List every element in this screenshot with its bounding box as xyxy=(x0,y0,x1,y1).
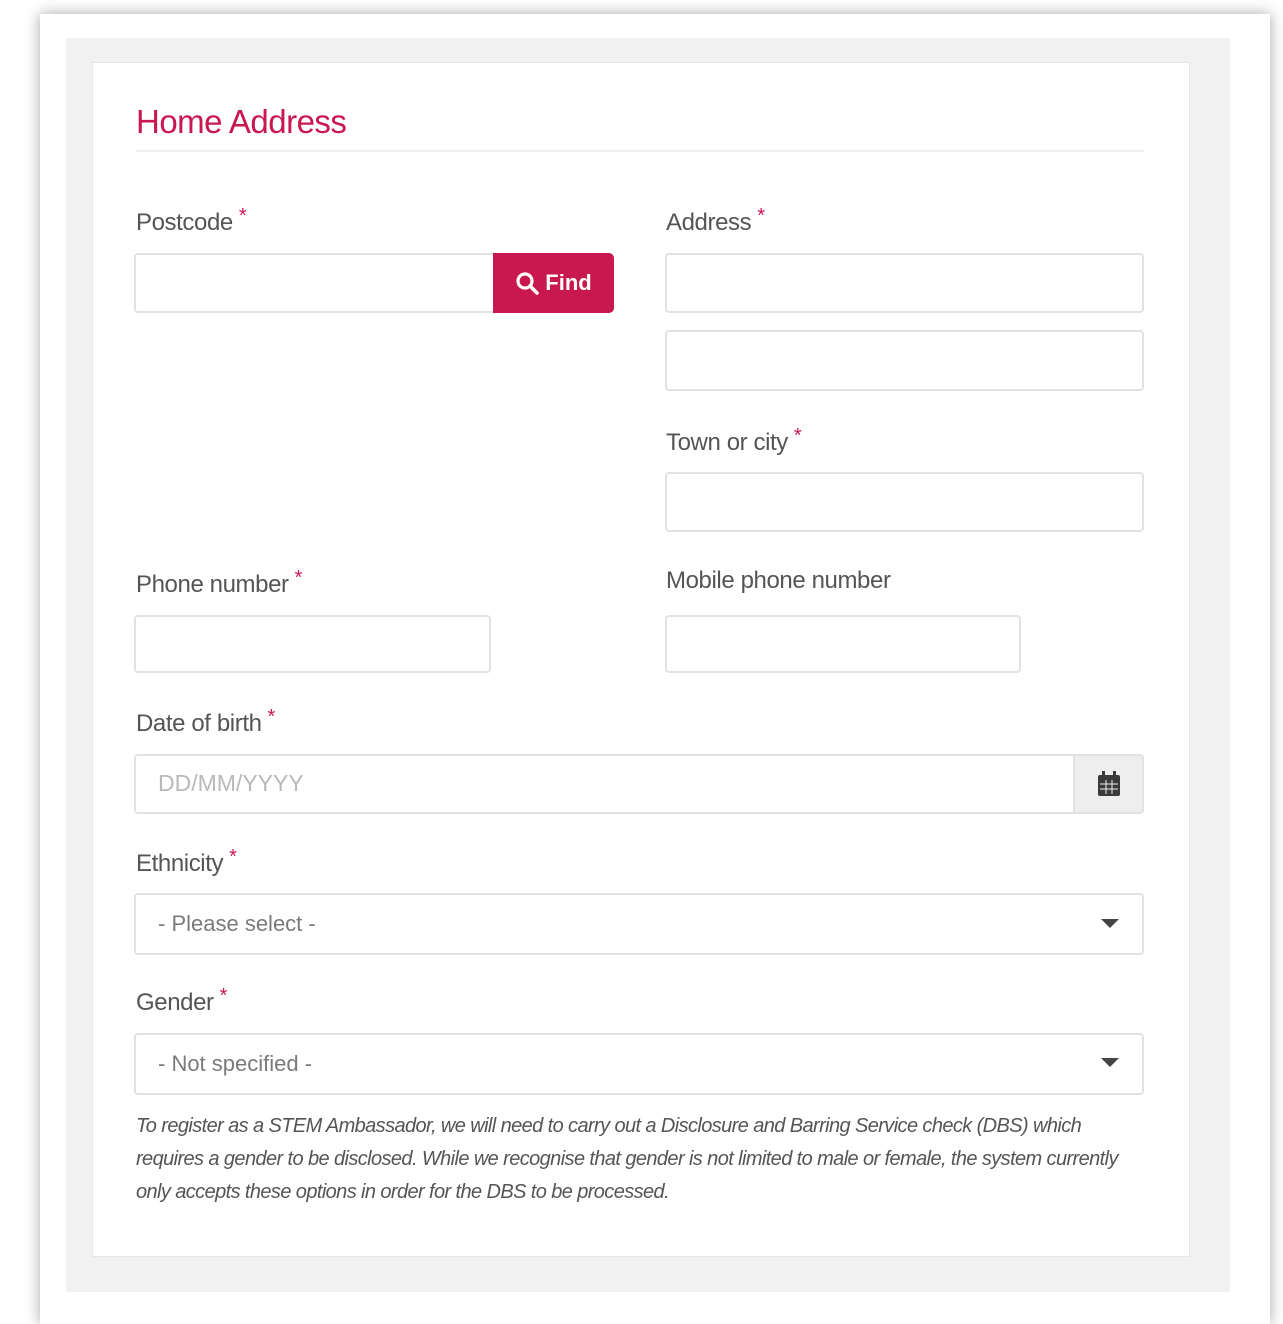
dob-placeholder: DD/MM/YYYY xyxy=(158,770,304,796)
postcode-input[interactable] xyxy=(134,253,496,313)
find-button-label: Find xyxy=(545,270,592,295)
ethnicity-selected-value: - Please select - xyxy=(158,911,316,936)
required-marker: * xyxy=(219,985,228,1007)
phone-input[interactable] xyxy=(134,615,491,673)
gender-label: Gender * xyxy=(136,985,227,1017)
dob-label: Date of birth * xyxy=(136,706,275,738)
required-marker: * xyxy=(229,846,237,868)
mobile-label-text: Mobile phone number xyxy=(666,567,891,594)
required-marker: * xyxy=(238,205,247,227)
ethnicity-label-text: Ethnicity xyxy=(136,850,224,877)
postcode-label: Postcode * xyxy=(136,205,247,237)
required-marker: * xyxy=(294,567,303,589)
gender-help-text: To register as a STEM Ambassador, we wil… xyxy=(136,1115,1118,1203)
mobile-input[interactable] xyxy=(665,615,1021,673)
gender-selected-value: - Not specified - xyxy=(158,1051,313,1076)
required-marker: * xyxy=(793,425,802,447)
town-input[interactable] xyxy=(665,472,1144,532)
dob-label-text: Date of birth xyxy=(136,710,262,737)
ethnicity-label: Ethnicity * xyxy=(136,846,237,878)
required-marker: * xyxy=(267,706,276,728)
town-label-text: Town or city xyxy=(666,429,788,456)
calendar-icon xyxy=(1097,771,1120,796)
postcode-label-text: Postcode xyxy=(136,209,233,236)
section-title: Home Address xyxy=(136,103,347,140)
address-line1-input[interactable] xyxy=(665,253,1144,313)
phone-label-text: Phone number xyxy=(136,571,289,598)
gender-label-text: Gender xyxy=(136,989,214,1016)
chevron-down-icon xyxy=(1101,919,1119,928)
search-icon xyxy=(516,272,540,295)
find-button[interactable]: Find xyxy=(493,253,614,313)
town-label: Town or city * xyxy=(666,425,802,457)
required-marker: * xyxy=(757,205,765,227)
phone-label: Phone number * xyxy=(136,567,302,599)
address-label-text: Address xyxy=(666,209,752,236)
section-divider xyxy=(136,150,1144,152)
chevron-down-icon xyxy=(1101,1058,1119,1067)
address-line2-input[interactable] xyxy=(665,330,1144,391)
mobile-label: Mobile phone number xyxy=(666,567,891,595)
calendar-button[interactable] xyxy=(1073,754,1144,814)
address-label: Address * xyxy=(666,205,765,237)
